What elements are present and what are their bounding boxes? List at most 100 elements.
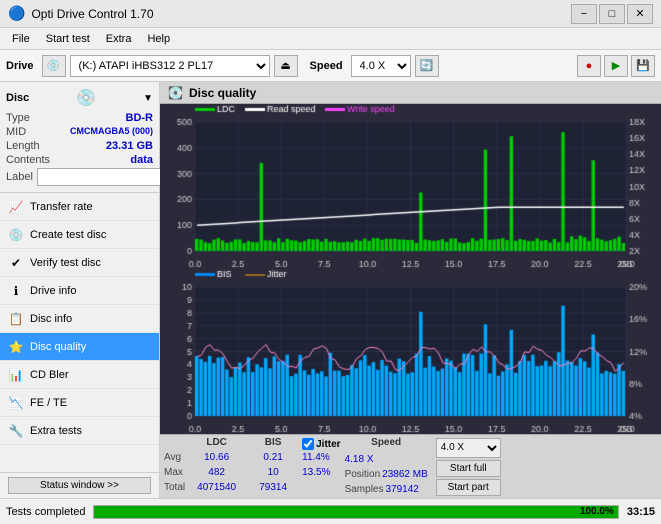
sidebar-item-label: Transfer rate <box>30 201 93 213</box>
stats-controls: 4.0 X Start full Start part <box>436 438 501 496</box>
position-label: Position <box>345 469 381 480</box>
top-chart <box>160 104 661 269</box>
sidebar-item-label: Disc quality <box>30 341 86 353</box>
title-bar: 🔵 Opti Drive Control 1.70 − □ ✕ <box>0 0 661 28</box>
refresh-btn[interactable]: 🔄 <box>415 55 439 77</box>
length-label: Length <box>6 140 40 152</box>
start-full-button[interactable]: Start full <box>436 460 501 477</box>
sidebar-item-label: Verify test disc <box>30 257 101 269</box>
maximize-button[interactable]: □ <box>599 4 625 24</box>
jitter-checkbox[interactable] <box>302 438 314 450</box>
stats-col-labels: Avg Max Total <box>164 437 185 496</box>
status-text: Tests completed <box>6 506 85 518</box>
fe-te-icon: 📉 <box>8 395 24 411</box>
samples-label: Samples <box>345 484 384 495</box>
sidebar-item-label: CD Bler <box>30 369 69 381</box>
avg-label: Avg <box>164 452 185 466</box>
contents-value: data <box>130 154 153 166</box>
sidebar-status: Status window >> <box>0 472 159 498</box>
status-window-btn[interactable]: Status window >> <box>8 477 151 494</box>
stats-col-bis: BIS 0.21 10 79314 <box>248 437 298 496</box>
main-content: Disc 💿 ▼ Type BD-R MID CMCMAGBA5 (000) L… <box>0 82 661 498</box>
disc-info-icon: 📋 <box>8 311 24 327</box>
menu-file[interactable]: File <box>4 31 38 47</box>
mid-value: CMCMAGBA5 (000) <box>70 126 153 138</box>
drive-label: Drive <box>6 60 34 72</box>
speed-label: Speed <box>310 60 343 72</box>
contents-label: Contents <box>6 154 50 166</box>
cd-bler-icon: 📊 <box>8 367 24 383</box>
total-ldc: 4071540 <box>189 482 244 496</box>
stats-col-ldc: LDC 10.66 482 4071540 <box>189 437 244 496</box>
type-label: Type <box>6 112 30 124</box>
ldc-header: LDC <box>189 437 244 451</box>
max-ldc: 482 <box>189 467 244 481</box>
disc-extra-icon: ▼ <box>143 93 153 104</box>
max-label: Max <box>164 467 185 481</box>
drive-info-icon: ℹ <box>8 283 24 299</box>
app-icon: 🔵 <box>8 5 25 22</box>
samples-value: 379142 <box>385 484 418 495</box>
sidebar-item-extra-tests[interactable]: 🔧 Extra tests <box>0 417 159 445</box>
jitter-empty <box>302 482 340 496</box>
status-bar: Tests completed 100.0% 33:15 <box>0 498 661 524</box>
drive-select[interactable]: (K:) ATAPI iHBS312 2 PL17 <box>70 55 270 77</box>
transfer-rate-icon: 📈 <box>8 199 24 215</box>
sidebar-item-verify-test-disc[interactable]: ✔ Verify test disc <box>0 249 159 277</box>
save-icon-btn[interactable]: 💾 <box>631 55 655 77</box>
sidebar-item-label: Create test disc <box>30 229 106 241</box>
disc-title: Disc <box>6 92 29 104</box>
menu-extra[interactable]: Extra <box>98 31 140 47</box>
sidebar-item-disc-quality[interactable]: ⭐ Disc quality <box>0 333 159 361</box>
sidebar-item-label: Drive info <box>30 285 76 297</box>
jitter-label: Jitter <box>316 439 340 450</box>
disc-section: Disc 💿 ▼ Type BD-R MID CMCMAGBA5 (000) L… <box>0 82 159 193</box>
bis-header: BIS <box>248 437 298 451</box>
menu-start-test[interactable]: Start test <box>38 31 98 47</box>
type-value: BD-R <box>126 112 154 124</box>
total-bis: 79314 <box>248 482 298 496</box>
bottom-chart <box>160 269 661 434</box>
sidebar-item-label: Extra tests <box>30 425 82 437</box>
avg-jitter: 11.4% <box>302 452 340 466</box>
menu-bar: File Start test Extra Help <box>0 28 661 50</box>
menu-help[interactable]: Help <box>139 31 178 47</box>
speed-select[interactable]: 4.0 X 1.0 X 2.0 X 8.0 X <box>351 55 411 77</box>
minimize-button[interactable]: − <box>571 4 597 24</box>
stats-col-speed: Speed 4.18 X Position 23862 MB Samples 3… <box>345 437 428 496</box>
verify-test-disc-icon: ✔ <box>8 255 24 271</box>
progress-text: 100.0% <box>580 506 614 518</box>
max-jitter: 13.5% <box>302 467 340 481</box>
eject-btn[interactable]: ⏏ <box>274 55 298 77</box>
drive-bar: Drive 💿 (K:) ATAPI iHBS312 2 PL17 ⏏ Spee… <box>0 50 661 82</box>
title-text: Opti Drive Control 1.70 <box>31 7 571 21</box>
sidebar-item-label: FE / TE <box>30 397 67 409</box>
max-bis: 10 <box>248 467 298 481</box>
chart-header-icon: 💽 <box>168 86 183 100</box>
disc-section-icon: 💿 <box>76 88 96 108</box>
stats-speed-select[interactable]: 4.0 X <box>436 438 501 458</box>
start-part-button[interactable]: Start part <box>436 479 501 496</box>
length-value: 23.31 GB <box>106 140 153 152</box>
disc-quality-icon: ⭐ <box>8 339 24 355</box>
stats-bar: Avg Max Total LDC 10.66 482 4071540 BIS … <box>160 434 661 498</box>
label-input[interactable] <box>37 168 175 186</box>
sidebar-item-fe-te[interactable]: 📉 FE / TE <box>0 389 159 417</box>
sidebar-item-create-test-disc[interactable]: 💿 Create test disc <box>0 221 159 249</box>
elapsed-time: 33:15 <box>627 506 655 518</box>
total-label: Total <box>164 482 185 496</box>
sidebar-item-drive-info[interactable]: ℹ Drive info <box>0 277 159 305</box>
red-icon-btn[interactable]: ● <box>577 55 601 77</box>
stats-col-jitter: Jitter 11.4% 13.5% <box>302 437 340 496</box>
sidebar: Disc 💿 ▼ Type BD-R MID CMCMAGBA5 (000) L… <box>0 82 160 498</box>
avg-ldc: 10.66 <box>189 452 244 466</box>
close-button[interactable]: ✕ <box>627 4 653 24</box>
window-controls: − □ ✕ <box>571 4 653 24</box>
green-icon-btn[interactable]: ▶ <box>604 55 628 77</box>
sidebar-item-transfer-rate[interactable]: 📈 Transfer rate <box>0 193 159 221</box>
chart-area: 💽 Disc quality Avg Max Total LDC 10.66 <box>160 82 661 498</box>
sidebar-item-disc-info[interactable]: 📋 Disc info <box>0 305 159 333</box>
create-test-disc-icon: 💿 <box>8 227 24 243</box>
drive-icon-btn[interactable]: 💿 <box>42 55 66 77</box>
sidebar-item-cd-bler[interactable]: 📊 CD Bler <box>0 361 159 389</box>
